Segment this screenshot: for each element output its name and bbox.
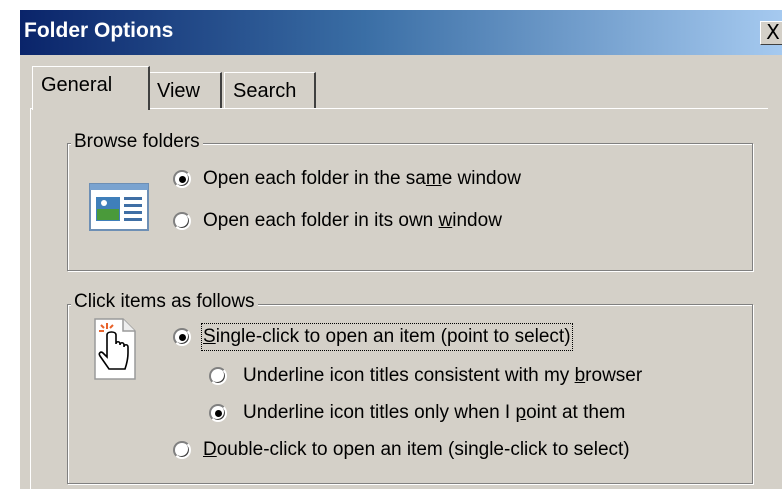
hand-pointer-icon [94,318,136,380]
folder-window-icon [89,183,149,231]
underline-browser-radio[interactable] [209,367,227,385]
double-click-radio[interactable] [173,441,191,459]
underline-browser-label[interactable]: Underline icon titles consistent with my… [243,364,642,388]
open-same-window-label[interactable]: Open each folder in the same window [203,167,521,191]
single-click-label[interactable]: Single-click to open an item (point to s… [201,323,573,351]
tab-view[interactable]: View [148,72,222,110]
click-items-legend: Click items as follows [71,291,258,313]
close-icon: X [766,20,780,44]
tab-panel-general: Browse folders Open each folder in the s… [30,108,768,489]
radio-selected-dot [215,410,222,417]
underline-point-label[interactable]: Underline icon titles only when I point … [243,401,625,425]
tab-search-label: Search [233,80,297,102]
tab-general-label: General [41,74,113,96]
single-click-radio[interactable] [173,328,191,346]
title-bar[interactable]: Folder Options X [20,10,782,55]
radio-selected-dot [179,176,186,183]
open-own-window-radio[interactable] [173,212,191,230]
tab-view-label: View [157,80,200,102]
tab-general[interactable]: General [32,66,150,110]
open-own-window-label[interactable]: Open each folder in its own window [203,209,502,233]
window-title: Folder Options [24,19,174,42]
underline-point-radio[interactable] [209,404,227,422]
double-click-label[interactable]: Double-click to open an item (single-cli… [203,438,630,462]
radio-selected-dot [179,334,186,341]
browse-folders-legend: Browse folders [71,131,203,153]
tab-search[interactable]: Search [224,72,316,110]
folder-options-dialog: Folder Options X General View Search Bro… [18,10,782,489]
browse-folders-group [67,143,753,271]
close-button[interactable]: X [760,21,782,45]
open-same-window-radio[interactable] [173,170,191,188]
